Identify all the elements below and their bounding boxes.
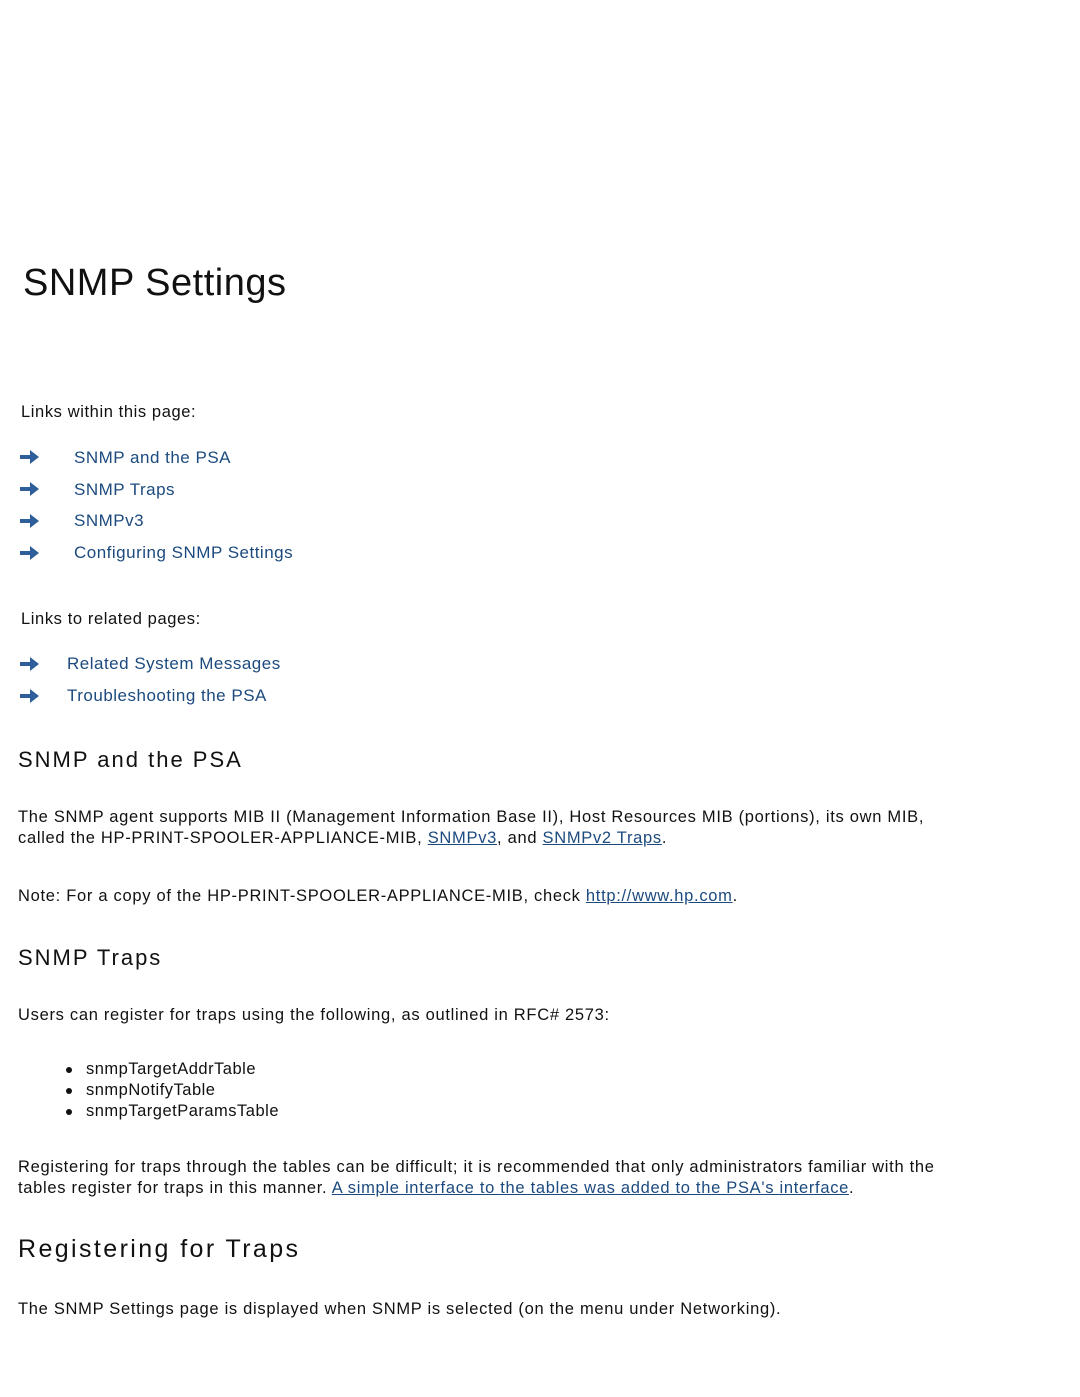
traps-text: tables register for traps in this manner…: [18, 1179, 332, 1197]
related-link-system-messages[interactable]: Related System Messages: [67, 654, 281, 674]
snmpv3-link[interactable]: SNMPv3: [428, 829, 497, 847]
simple-interface-link[interactable]: A simple interface to the tables was add…: [332, 1179, 849, 1197]
list-item: snmpTargetParamsTable: [66, 1101, 279, 1122]
nav-link-snmpv3[interactable]: SNMPv3: [74, 511, 144, 531]
nav-link-snmp-traps[interactable]: SNMP Traps: [74, 480, 175, 500]
section-heading-snmp-psa: SNMP and the PSA: [18, 747, 243, 772]
bullet-icon: [66, 1088, 72, 1094]
section-heading-registering: Registering for Traps: [18, 1235, 301, 1263]
psa-paragraph: The SNMP agent supports MIB II (Manageme…: [18, 807, 924, 849]
section-heading-snmp-traps: SNMP Traps: [18, 945, 163, 970]
hp-website-link[interactable]: http://www.hp.com: [586, 887, 733, 905]
arrow-right-icon: [20, 482, 39, 496]
list-item-text: snmpTargetAddrTable: [86, 1060, 257, 1078]
note-text: Note: For a copy of the HP-PRINT-SPOOLER…: [18, 887, 586, 905]
traps-paragraph-line1: Registering for traps through the tables…: [18, 1158, 935, 1176]
psa-text: .: [661, 829, 668, 847]
arrow-right-icon: [20, 450, 39, 464]
psa-paragraph-line1: The SNMP agent supports MIB II (Manageme…: [18, 808, 925, 826]
note-paragraph: Note: For a copy of the HP-PRINT-SPOOLER…: [18, 886, 738, 907]
psa-text: , and: [497, 829, 543, 847]
snmpv2-traps-link[interactable]: SNMPv2 Traps: [543, 829, 662, 847]
nav-link-configuring-row[interactable]: [20, 545, 40, 566]
links-within-label: Links within this page:: [21, 403, 197, 421]
traps-paragraph: Registering for traps through the tables…: [18, 1157, 935, 1199]
traps-paragraph-line2: tables register for traps in this manner…: [18, 1178, 935, 1199]
bullet-icon: [66, 1109, 72, 1115]
nav-link-snmp-traps-row[interactable]: [20, 481, 40, 502]
traps-table-list: snmpTargetAddrTable snmpNotifyTable snmp…: [66, 1059, 279, 1122]
page-title: SNMP Settings: [23, 262, 287, 304]
note-end: .: [732, 887, 738, 905]
related-link-troubleshooting[interactable]: Troubleshooting the PSA: [67, 686, 267, 706]
arrow-right-icon: [20, 657, 39, 671]
nav-link-snmp-psa-row[interactable]: [20, 449, 40, 470]
registering-paragraph: The SNMP Settings page is displayed when…: [18, 1300, 782, 1318]
psa-text: called the HP-PRINT-SPOOLER-APPLIANCE-MI…: [18, 829, 428, 847]
arrow-right-icon: [20, 689, 39, 703]
nav-link-snmpv3-row[interactable]: [20, 513, 40, 534]
arrow-right-icon: [20, 514, 39, 528]
list-item-text: snmpTargetParamsTable: [86, 1102, 279, 1120]
psa-paragraph-line2: called the HP-PRINT-SPOOLER-APPLIANCE-MI…: [18, 828, 924, 849]
traps-intro: Users can register for traps using the f…: [18, 1006, 610, 1024]
links-related-label: Links to related pages:: [21, 610, 201, 628]
nav-link-snmp-and-the-psa[interactable]: SNMP and the PSA: [74, 448, 231, 468]
list-item: snmpNotifyTable: [66, 1080, 279, 1101]
related-link-messages-row[interactable]: [20, 656, 40, 677]
list-item: snmpTargetAddrTable: [66, 1059, 279, 1080]
traps-text-end: .: [849, 1179, 855, 1197]
list-item-text: snmpNotifyTable: [86, 1081, 216, 1099]
nav-link-configuring-snmp-settings[interactable]: Configuring SNMP Settings: [74, 543, 293, 563]
arrow-right-icon: [20, 546, 39, 560]
related-link-troubleshooting-row[interactable]: [20, 688, 40, 709]
bullet-icon: [66, 1067, 72, 1073]
